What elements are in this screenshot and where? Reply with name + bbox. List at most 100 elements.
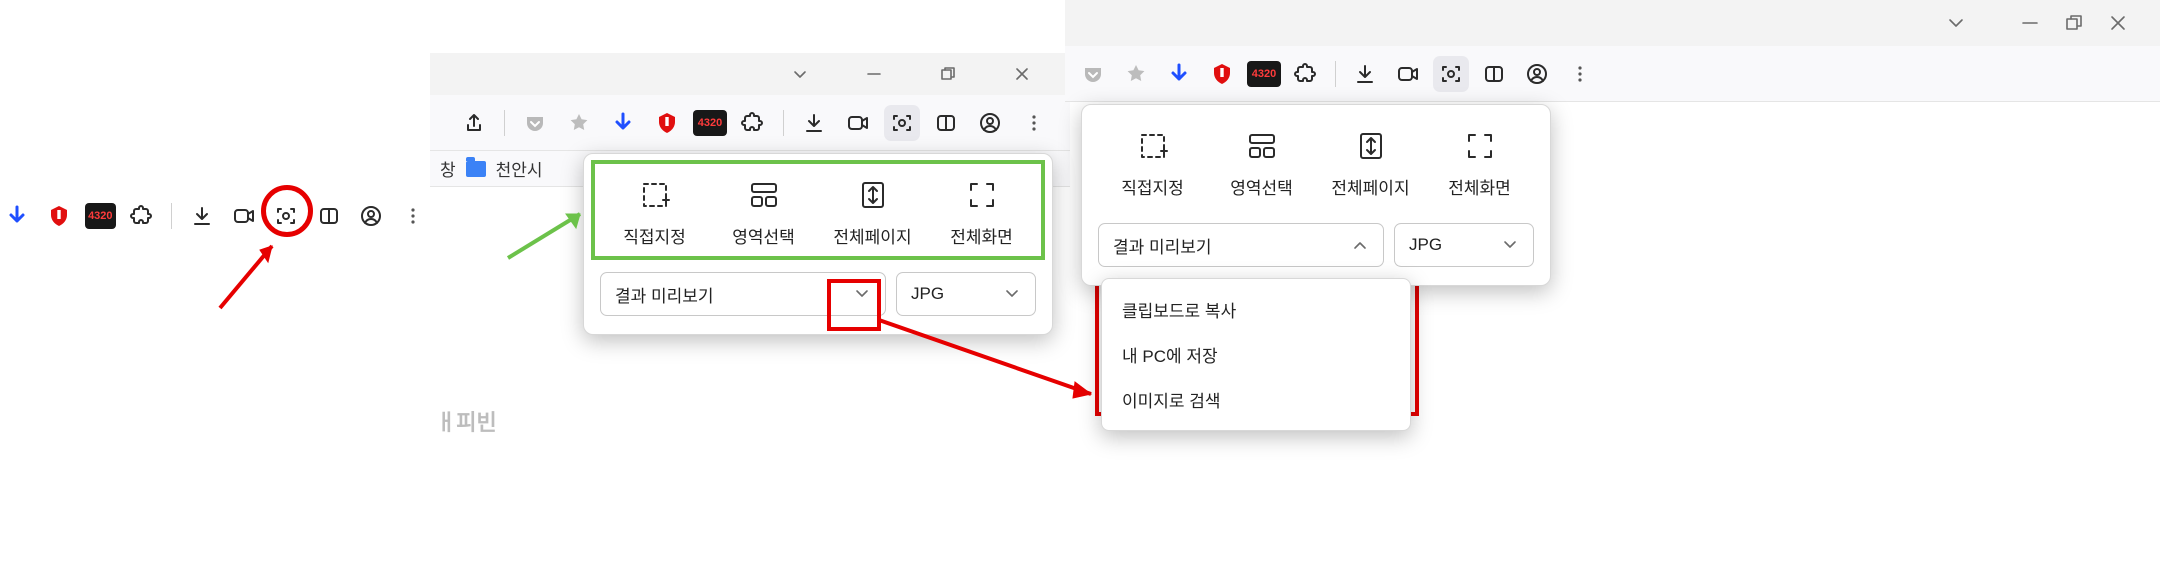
- capture-mode-custom[interactable]: 직접지정: [1098, 123, 1207, 205]
- window-close-icon[interactable]: [1000, 58, 1044, 90]
- capture-mode-fullpage[interactable]: 전체페이지: [1316, 123, 1425, 205]
- preview-options-menu: 클립보드로 복사 내 PC에 저장 이미지로 검색: [1101, 278, 1411, 431]
- capture-mode-custom[interactable]: 직접지정: [600, 172, 709, 254]
- window-minimize-icon[interactable]: [852, 58, 896, 90]
- chevron-down-icon: [853, 285, 871, 303]
- screenshot-popup: 직접지정 영역선택 전체페이지 전체화면 결과 미리보기 JPG: [1081, 104, 1551, 286]
- tab-strip: [1065, 0, 2160, 46]
- chevron-up-icon: [1351, 236, 1369, 254]
- screenshot-icon[interactable]: [1433, 56, 1469, 92]
- screenshot-icon[interactable]: [884, 105, 920, 141]
- region-select-icon: [1245, 129, 1279, 163]
- capture-label: 영역선택: [1230, 174, 1293, 199]
- video-capture-icon[interactable]: [840, 105, 876, 141]
- sidebar-toggle-icon[interactable]: [312, 198, 345, 234]
- full-page-icon: [856, 178, 890, 212]
- toolbar-separator: [504, 110, 505, 136]
- adblock-icon[interactable]: [649, 105, 685, 141]
- capture-mode-region[interactable]: 영역선택: [1207, 123, 1316, 205]
- screenshot-popup: 직접지정 영역선택 전체페이지 전체화면 결과 미리보기 JPG: [583, 153, 1053, 335]
- counter-badge-icon[interactable]: 4320: [693, 110, 727, 136]
- chevron-down-icon: [1003, 285, 1021, 303]
- region-select-icon: [747, 178, 781, 212]
- capture-mode-row: 직접지정 영역선택 전체페이지 전체화면: [584, 154, 1052, 262]
- toolbar-separator: [1335, 61, 1336, 87]
- menu-item-copy-clipboard[interactable]: 클립보드로 복사: [1102, 287, 1410, 332]
- window-maximize-icon[interactable]: [926, 58, 970, 90]
- adblock-icon[interactable]: [42, 198, 75, 234]
- capture-mode-fullscreen[interactable]: 전체화면: [1425, 123, 1534, 205]
- counter-badge-icon[interactable]: 4320: [1247, 61, 1281, 87]
- extensions-icon[interactable]: [735, 105, 771, 141]
- full-screen-icon: [965, 178, 999, 212]
- capture-label: 전체페이지: [1331, 174, 1409, 199]
- counter-badge-text: 4320: [88, 210, 112, 222]
- folder-icon[interactable]: [466, 161, 486, 177]
- counter-badge-icon[interactable]: 4320: [85, 203, 116, 229]
- popup-controls-row: 결과 미리보기 JPG: [1082, 213, 1550, 285]
- format-dropdown[interactable]: JPG: [1394, 223, 1534, 267]
- menu-item-label: 이미지로 검색: [1122, 392, 1221, 411]
- sidebar-toggle-icon[interactable]: [928, 105, 964, 141]
- counter-badge-text: 4320: [1252, 68, 1276, 80]
- chevron-down-icon: [1501, 236, 1519, 254]
- profile-icon[interactable]: [972, 105, 1008, 141]
- capture-label: 영역선택: [732, 223, 795, 248]
- bookmark-item-label[interactable]: 천안시: [496, 156, 543, 181]
- preview-label: 결과 미리보기: [615, 282, 714, 307]
- video-capture-icon[interactable]: [1390, 56, 1426, 92]
- browser-toolbar: 4320: [430, 95, 1070, 151]
- window-minimize-icon[interactable]: [2008, 7, 2052, 39]
- menu-item-save-pc[interactable]: 내 PC에 저장: [1102, 332, 1410, 377]
- overflow-menu-icon[interactable]: [1562, 56, 1598, 92]
- format-label: JPG: [1409, 235, 1442, 255]
- page-title-partial: ㅐ피빈: [430, 405, 497, 437]
- capture-label: 전체화면: [1448, 174, 1511, 199]
- format-label: JPG: [911, 284, 944, 304]
- bookmark-item-label[interactable]: 창: [440, 156, 456, 181]
- capture-mode-region[interactable]: 영역선택: [709, 172, 818, 254]
- panel-3: 4320 직접지정: [1065, 0, 2160, 565]
- capture-label: 전체페이지: [833, 223, 911, 248]
- share-icon[interactable]: [456, 105, 492, 141]
- capture-label: 직접지정: [623, 223, 686, 248]
- pocket-icon[interactable]: [517, 105, 553, 141]
- overflow-menu-icon[interactable]: [1016, 105, 1052, 141]
- download-arrow-icon[interactable]: [605, 105, 641, 141]
- bookmark-star-icon[interactable]: [561, 105, 597, 141]
- custom-region-icon: [1136, 129, 1170, 163]
- window-maximize-icon[interactable]: [2052, 7, 2096, 39]
- panel-1: 4320: [0, 0, 430, 565]
- annotation-arrow: [210, 228, 300, 318]
- tab-dropdown-icon[interactable]: [1934, 7, 1978, 39]
- capture-label: 전체화면: [950, 223, 1013, 248]
- full-screen-icon: [1463, 129, 1497, 163]
- extensions-icon[interactable]: [125, 198, 158, 234]
- overflow-menu-icon[interactable]: [397, 198, 430, 234]
- download-arrow-icon[interactable]: [1161, 56, 1197, 92]
- preview-dropdown[interactable]: 결과 미리보기: [1098, 223, 1384, 267]
- sidebar-toggle-icon[interactable]: [1476, 56, 1512, 92]
- format-dropdown[interactable]: JPG: [896, 272, 1036, 316]
- counter-badge-text: 4320: [698, 117, 722, 129]
- window-close-icon[interactable]: [2096, 7, 2140, 39]
- profile-icon[interactable]: [1519, 56, 1555, 92]
- toolbar-separator: [171, 203, 172, 229]
- profile-icon[interactable]: [354, 198, 387, 234]
- downloads-icon[interactable]: [1347, 56, 1383, 92]
- downloads-icon[interactable]: [796, 105, 832, 141]
- capture-mode-row: 직접지정 영역선택 전체페이지 전체화면: [1082, 105, 1550, 213]
- bookmark-star-icon[interactable]: [1118, 56, 1154, 92]
- download-arrow-icon[interactable]: [0, 198, 33, 234]
- capture-mode-fullpage[interactable]: 전체페이지: [818, 172, 927, 254]
- tab-dropdown-icon[interactable]: [778, 58, 822, 90]
- menu-item-image-search[interactable]: 이미지로 검색: [1102, 377, 1410, 422]
- pocket-icon[interactable]: [1075, 56, 1111, 92]
- preview-dropdown[interactable]: 결과 미리보기: [600, 272, 886, 316]
- menu-item-label: 클립보드로 복사: [1122, 302, 1236, 321]
- capture-mode-fullscreen[interactable]: 전체화면: [927, 172, 1036, 254]
- browser-toolbar: 4320: [1065, 46, 2160, 102]
- extensions-icon[interactable]: [1288, 56, 1324, 92]
- annotation-arrow: [500, 200, 600, 270]
- adblock-icon[interactable]: [1204, 56, 1240, 92]
